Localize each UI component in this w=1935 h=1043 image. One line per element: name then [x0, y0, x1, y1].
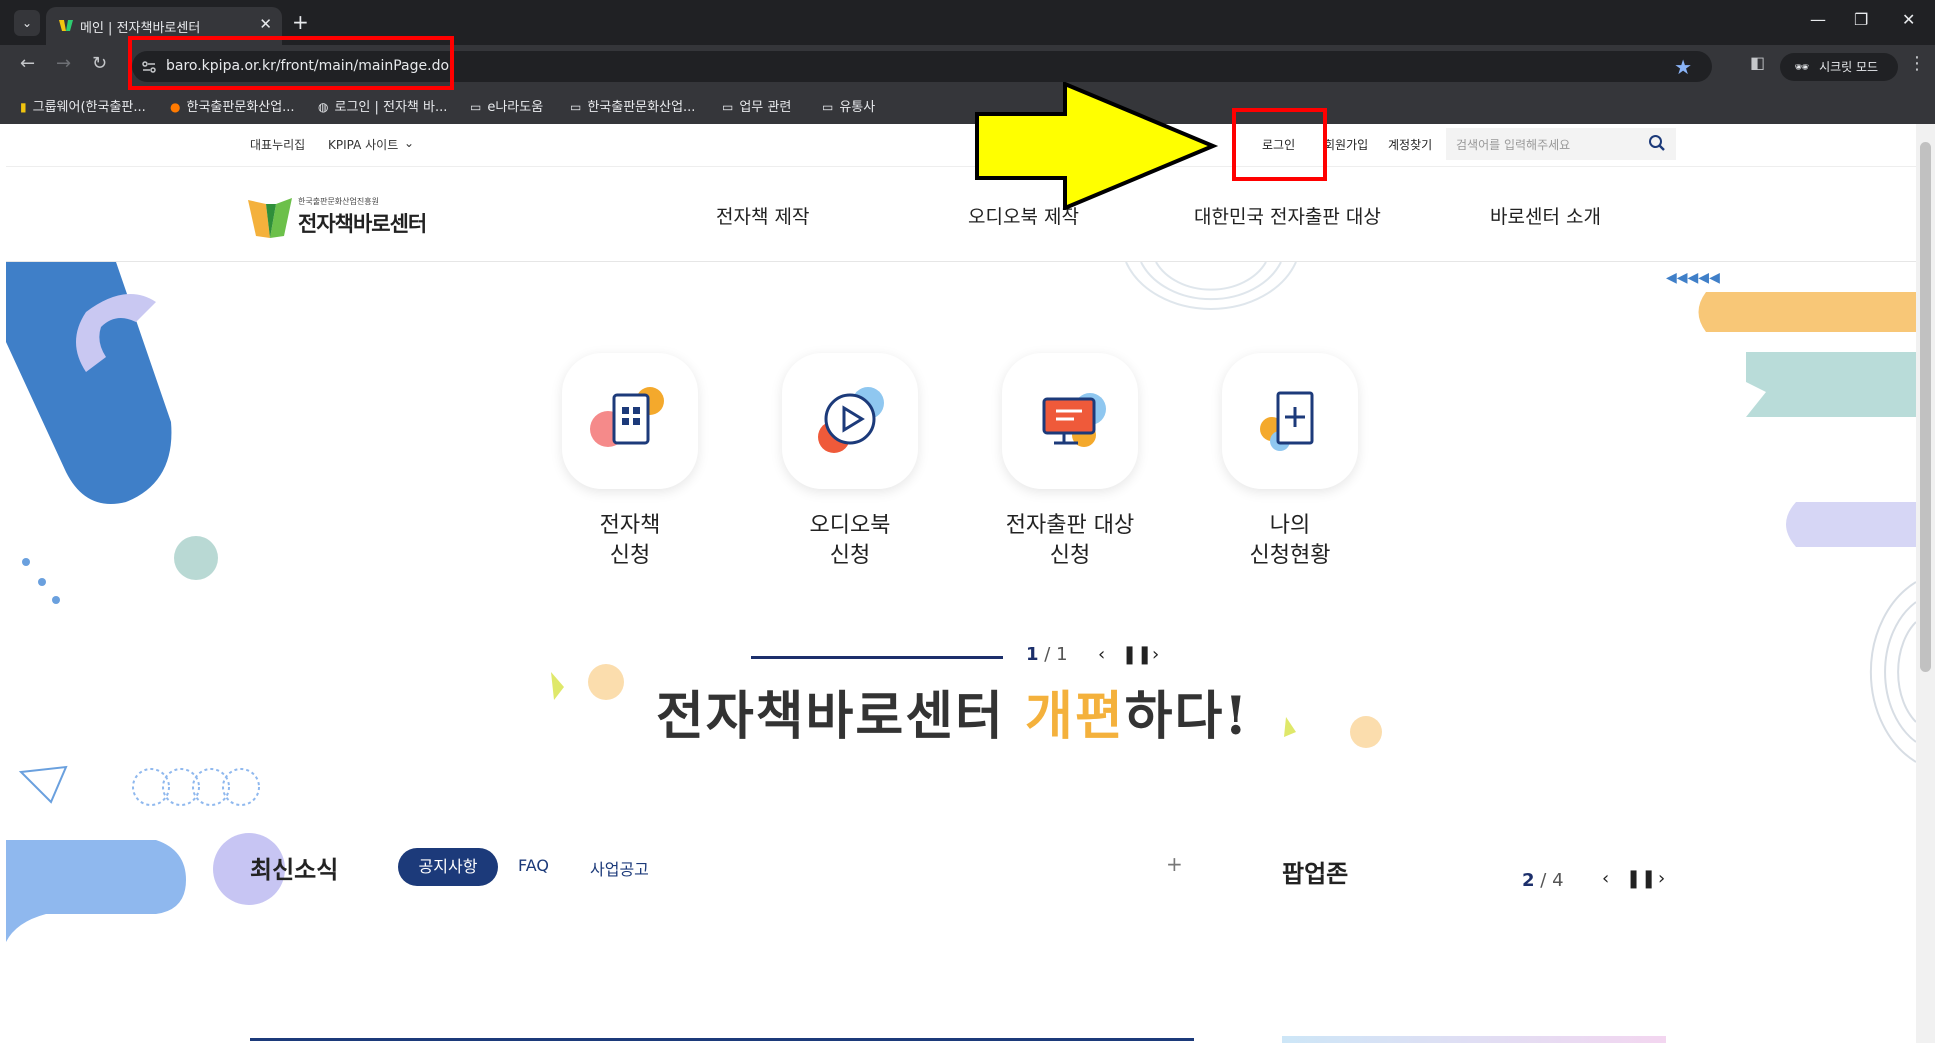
representative-site-link[interactable]: 대표누리집 — [250, 136, 305, 153]
globe-icon: ◍ — [318, 100, 329, 114]
popup-prev-icon[interactable]: ‹ — [1602, 868, 1609, 889]
popup-page-indicator: 2 / 4 — [1522, 870, 1564, 891]
incognito-badge[interactable]: 🕶 시크릿 모드 — [1780, 53, 1898, 81]
bookmark-label: 업무 관련 — [739, 100, 792, 115]
slider-progress-bar — [751, 656, 1003, 659]
news-more-button[interactable]: + — [1166, 852, 1183, 876]
my-status-button[interactable] — [1222, 353, 1358, 489]
tab-search-button[interactable]: ⌄ — [14, 10, 40, 36]
tab-business[interactable]: 사업공고 — [590, 856, 649, 880]
bookmark-item[interactable]: ▮ 그룹웨어(한국출판... — [20, 96, 146, 115]
logo-icon: ▮ — [20, 100, 27, 114]
menu-icon[interactable]: ⋮ — [1908, 53, 1926, 74]
new-tab-button[interactable]: + — [292, 10, 309, 34]
search-box: 검색어를 입력해주세요 — [1446, 128, 1676, 160]
news-title: 최신소식 — [250, 856, 339, 884]
folder-icon: ▭ — [722, 100, 734, 114]
folder-icon: ▭ — [470, 100, 482, 114]
bookmark-item[interactable]: ● 한국출판문화산업... — [170, 96, 295, 115]
site-logo[interactable]: 한국출판문화산업진흥원 전자책바로센터 — [246, 194, 436, 244]
search-icon[interactable] — [1648, 134, 1666, 152]
window-close-icon[interactable]: ✕ — [1902, 10, 1915, 29]
search-input[interactable]: 검색어를 입력해주세요 — [1456, 136, 1570, 153]
slider-prev-icon[interactable]: ‹ — [1098, 644, 1105, 665]
scrollbar-thumb[interactable] — [1920, 142, 1931, 672]
award-apply-button[interactable] — [1002, 353, 1138, 489]
svg-text:◀◀◀◀◀: ◀◀◀◀◀ — [1666, 270, 1720, 286]
logo-org-name: 한국출판문화산업진흥원 — [298, 197, 379, 206]
ebook-apply-button[interactable] — [562, 353, 698, 489]
forward-icon[interactable]: → — [56, 53, 71, 74]
bookmark-label: 한국출판문화산업... — [186, 100, 295, 115]
bookmarks-bar: ▮ 그룹웨어(한국출판... ● 한국출판문화산업... ◍ 로그인 | 전자책 바.… — [0, 88, 1935, 124]
back-icon[interactable]: ← — [20, 53, 35, 74]
reload-icon[interactable]: ↻ — [92, 53, 107, 74]
slider-pause-icon[interactable]: ❚❚ — [1122, 644, 1152, 665]
document-plus-icon — [1260, 391, 1314, 451]
bookmark-item[interactable]: ▭ e나라도움 — [470, 96, 543, 115]
service-label: 전자책 신청 — [599, 513, 661, 568]
tab-faq[interactable]: FAQ — [518, 856, 549, 875]
gnb-ebook[interactable]: 전자책 제작 — [716, 202, 809, 229]
restore-icon[interactable]: ❐ — [1854, 10, 1868, 29]
site-logo-icon — [59, 20, 73, 31]
folder-icon: ▭ — [570, 100, 582, 114]
slider-page-indicator: 1 / 1 — [1026, 644, 1068, 665]
find-account-link[interactable]: 계정찾기 — [1388, 136, 1432, 153]
bookmark-label: 로그인 | 전자책 바... — [334, 100, 448, 115]
gnb-divider — [6, 261, 1916, 262]
yellow-arrow-annotation — [975, 82, 1219, 210]
close-icon[interactable]: ✕ — [259, 15, 272, 33]
service-label: 오디오북 신청 — [809, 513, 891, 568]
bookmark-label: e나라도움 — [487, 100, 544, 115]
bookmark-label: 한국출판문화산업... — [587, 100, 696, 115]
divider — [6, 166, 1916, 167]
service-label: 나의 신청현황 — [1249, 513, 1331, 568]
kpipa-site-dropdown[interactable]: KPIPA 사이트 — [328, 136, 398, 153]
page-scrollbar[interactable] — [1916, 124, 1935, 1043]
web-page: ◀◀◀◀◀ 대표누리집 KPIPA 사이트 ⌄ 로그인 회원가입 계정찾기 검색… — [6, 124, 1916, 1043]
bookmark-label: 유통사 — [839, 100, 876, 115]
login-highlight-box — [1232, 108, 1327, 181]
news-divider — [250, 1038, 1194, 1041]
popup-next-icon[interactable]: › — [1658, 868, 1665, 889]
bookmark-item[interactable]: ◍ 로그인 | 전자책 바... — [318, 96, 447, 115]
logo-title: 전자책바로센터 — [298, 212, 427, 236]
chevron-down-icon[interactable]: ⌄ — [404, 136, 414, 150]
popup-pause-icon[interactable]: ❚❚ — [1626, 868, 1656, 889]
popup-zone-title: 팝업존 — [1282, 860, 1349, 888]
tab-title: 메인 | 전자책바로센터 — [80, 21, 201, 36]
incognito-label: 시크릿 모드 — [1819, 60, 1879, 74]
signup-link[interactable]: 회원가입 — [1324, 136, 1368, 153]
main-banner-text: 전자책바로센터 개편하다! — [656, 686, 1250, 747]
audiobook-play-icon — [818, 387, 884, 453]
monitor-icon — [1042, 393, 1106, 447]
slider-next-icon[interactable]: › — [1152, 644, 1159, 665]
gnb-about[interactable]: 바로센터 소개 — [1490, 202, 1601, 229]
bookmark-star-icon[interactable]: ★ — [1674, 55, 1692, 79]
side-panel-icon[interactable]: ◧ — [1750, 53, 1765, 72]
bookmark-item[interactable]: ▭ 한국출판문화산업... — [570, 96, 695, 115]
logo-icon — [248, 198, 292, 238]
folder-icon: ▭ — [822, 100, 834, 114]
url-highlight-box — [128, 36, 454, 90]
tab-notice[interactable]: 공지사항 — [398, 848, 498, 886]
bookmark-label: 그룹웨어(한국출판... — [32, 100, 146, 115]
incognito-icon: 🕶 — [1794, 60, 1810, 74]
bookmark-item[interactable]: ▭ 유통사 — [822, 96, 875, 115]
bookmark-item[interactable]: ▭ 업무 관련 — [722, 96, 791, 115]
ebook-icon — [590, 387, 664, 447]
minimize-icon[interactable]: — — [1810, 10, 1826, 29]
service-label: 전자출판 대상 신청 — [1005, 513, 1135, 568]
popup-image-preview[interactable] — [1282, 1036, 1666, 1043]
h-icon: ● — [170, 100, 181, 114]
audiobook-apply-button[interactable] — [782, 353, 918, 489]
